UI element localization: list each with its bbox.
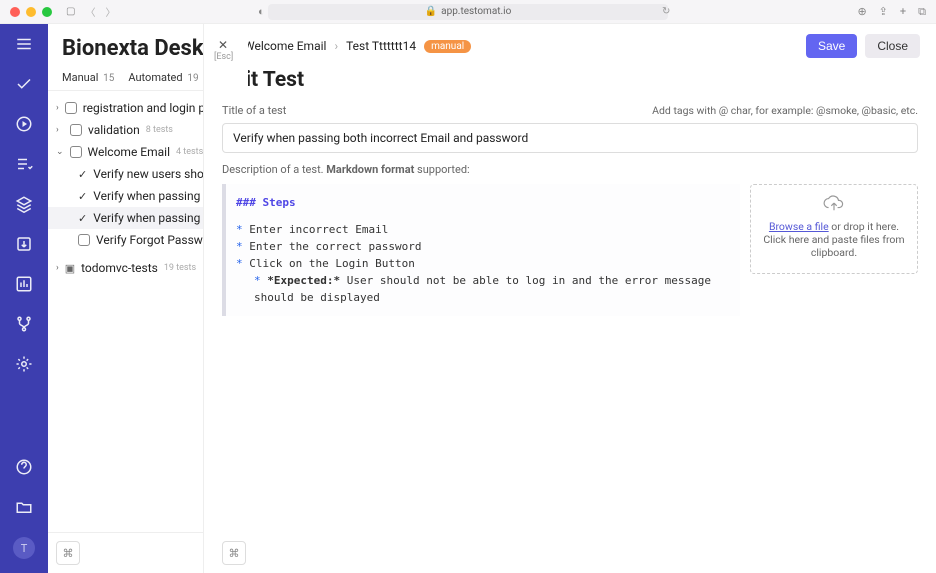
manual-badge: manual	[424, 40, 471, 53]
chevron-right-icon: ›	[56, 263, 59, 273]
description-label: Description of a test. Markdown format s…	[204, 163, 936, 184]
folder-icon: ▣	[65, 262, 75, 275]
breadcrumb-test: Test Ttttttt14	[346, 39, 416, 53]
tree-item-welcome[interactable]: ⌄ Welcome Email 4 tests	[48, 141, 203, 163]
nav-rail: T	[0, 24, 48, 573]
attachment-dropzone[interactable]: Browse a file or drop it here. Click her…	[750, 184, 918, 274]
esc-hint: [Esc]	[214, 52, 233, 62]
url-text: app.testomat.io	[441, 6, 511, 17]
check-mark-icon: ✓	[78, 168, 87, 181]
tree-item-test[interactable]: ✓ Verify when passing	[48, 185, 203, 207]
chevron-right-icon: ›	[56, 125, 64, 135]
chevron-right-icon: ›	[56, 103, 59, 113]
help-icon[interactable]	[14, 457, 34, 477]
command-palette-button[interactable]: ⌘	[222, 541, 246, 565]
privacy-shield-icon[interactable]: ◐	[258, 5, 265, 18]
checkbox-icon[interactable]	[70, 124, 82, 136]
tree-item-test-active[interactable]: ✓ Verify when passing	[48, 207, 203, 229]
address-bar[interactable]: 🔒 app.testomat.io	[268, 4, 668, 20]
breadcrumb-suite[interactable]: Welcome Email	[244, 39, 326, 53]
chart-icon[interactable]	[14, 274, 34, 294]
tab-automated[interactable]: Automated 19	[128, 71, 198, 90]
tab-manual[interactable]: Manual 15	[62, 71, 114, 90]
checkbox-icon[interactable]	[70, 146, 82, 158]
back-arrow-icon[interactable]: 〈	[85, 4, 95, 19]
list-check-icon[interactable]	[14, 154, 34, 174]
menu-icon[interactable]	[14, 34, 34, 54]
markdown-editor[interactable]: ### Steps * Enter incorrect Email * Ente…	[222, 184, 740, 316]
reload-icon[interactable]: ↻	[662, 6, 670, 17]
breadcrumb-toolbar: Welcome Email › Test Ttttttt14 manual Sa…	[204, 24, 936, 66]
new-tab-icon[interactable]: +	[900, 5, 906, 19]
download-icon[interactable]: ⊕	[857, 5, 866, 19]
branch-icon[interactable]	[14, 314, 34, 334]
check-icon[interactable]	[14, 74, 34, 94]
check-mark-icon: ✓	[78, 190, 87, 203]
title-field-label: Title of a test	[222, 104, 286, 117]
layers-icon[interactable]	[14, 194, 34, 214]
maximize-window-icon[interactable]	[42, 7, 52, 17]
breadcrumb-separator: ›	[334, 39, 338, 53]
suite-type-tabs: Manual 15 Automated 19	[48, 71, 203, 91]
tree-item-todomvc[interactable]: › ▣ todomvc-tests 19 tests	[48, 257, 203, 279]
os-titlebar: ▢ 〈 〉 ◐ 🔒 app.testomat.io ↻ ⊕ ⇪ + ⧉	[0, 0, 936, 24]
gear-icon[interactable]	[14, 354, 34, 374]
browse-file-link[interactable]: Browse a file	[769, 220, 829, 233]
test-tree: › registration and login pa › validation…	[48, 91, 203, 285]
title-input[interactable]: Verify when passing both incorrect Email…	[222, 123, 918, 153]
save-button[interactable]: Save	[806, 34, 857, 58]
user-avatar[interactable]: T	[13, 537, 35, 559]
share-icon[interactable]: ⇪	[879, 5, 888, 19]
content-panel: Welcome Email › Test Ttttttt14 manual Sa…	[204, 24, 936, 573]
close-button[interactable]: Close	[865, 34, 920, 58]
close-window-icon[interactable]	[10, 7, 20, 17]
sidebar: Bionexta Deskto ✕ [Esc] Manual 15 Automa…	[48, 24, 204, 573]
cloud-upload-icon	[823, 195, 845, 213]
tabs-overview-icon[interactable]: ⧉	[918, 5, 926, 19]
close-panel-icon[interactable]: ✕	[218, 38, 228, 52]
checkbox-icon[interactable]	[78, 234, 90, 246]
check-mark-icon: ✓	[78, 212, 87, 225]
command-palette-button[interactable]: ⌘	[56, 541, 80, 565]
import-icon[interactable]	[14, 234, 34, 254]
tree-item-test[interactable]: Verify Forgot Passwor	[48, 229, 203, 251]
lock-icon: 🔒	[425, 6, 437, 17]
checkbox-icon[interactable]	[65, 102, 77, 114]
project-title: Bionexta Deskto	[48, 24, 203, 71]
tree-item-validation[interactable]: › validation 8 tests	[48, 119, 203, 141]
md-steps-heading: ### Steps	[236, 194, 730, 211]
folder-open-icon[interactable]	[14, 497, 34, 517]
chevron-down-icon: ⌄	[56, 147, 64, 157]
window-controls[interactable]	[10, 7, 52, 17]
minimize-window-icon[interactable]	[26, 7, 36, 17]
forward-arrow-icon: 〉	[105, 4, 115, 19]
tag-hint: Add tags with @ char, for example: @smok…	[652, 104, 918, 117]
sidebar-toggle-icon[interactable]: ▢	[66, 6, 75, 17]
tree-item-test[interactable]: ✓ Verify new users sho	[48, 163, 203, 185]
page-heading: Edit Test	[204, 66, 936, 104]
play-circle-icon[interactable]	[14, 114, 34, 134]
tree-item-registration[interactable]: › registration and login pa	[48, 97, 203, 119]
